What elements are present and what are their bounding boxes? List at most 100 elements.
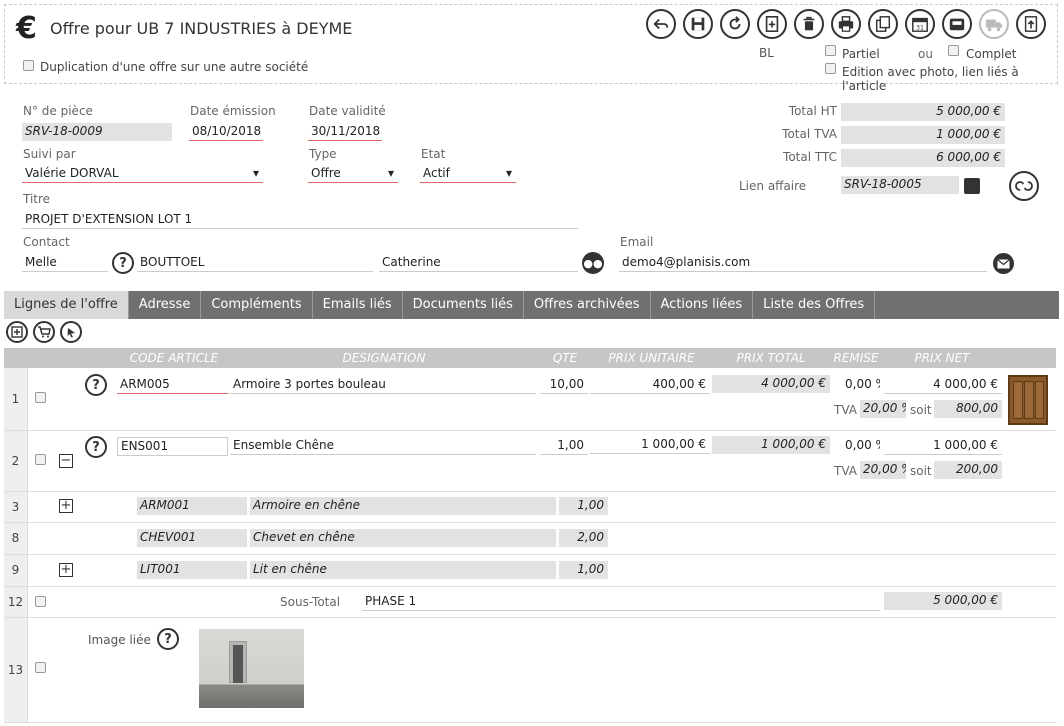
row-number: 3 [4,492,28,522]
row-checkbox[interactable] [35,596,46,607]
col-code-article: CODE ARTICLE [129,351,219,365]
validite-date-input[interactable]: 30/11/2018 [308,123,382,141]
civilite-input[interactable]: Melle [22,254,108,272]
tab-actions[interactable]: Actions liées [651,291,754,319]
remise-input[interactable]: 0,00 % [842,437,880,455]
duplication-checkbox[interactable] [23,60,34,71]
select-pointer-icon[interactable] [60,321,82,343]
type-select[interactable]: Offre [308,165,398,183]
edition-photo-label: Edition avec photo, lien liés à l'articl… [842,65,1019,93]
prix-unitaire-input[interactable]: 400,00 € [590,376,710,394]
prix-net-field: 1 000,00 € [884,437,1002,455]
help-icon[interactable]: ? [157,628,179,650]
prix-unitaire-input[interactable]: 1 000,00 € [590,436,710,454]
remise-input[interactable]: 0,00 % [842,376,880,394]
mail-icon[interactable] [993,253,1014,274]
etat-label: Etat [421,147,446,161]
help-icon[interactable]: ? [85,374,107,396]
calendar-day: 31 [916,24,924,31]
titre-input[interactable]: PROJET D'EXTENSION LOT 1 [22,211,578,229]
collapse-icon[interactable]: − [59,454,73,468]
copy-icon[interactable] [868,9,898,39]
prenom-input[interactable]: Catherine [379,254,578,272]
unlink-icon[interactable] [1009,171,1039,201]
complet-label: Complet [966,47,1017,61]
col-prix-total: PRIX TOTAL [736,351,806,365]
print-icon[interactable] [831,9,861,39]
tab-lignes[interactable]: Lignes de l'offre [4,291,129,319]
row-number: 2 [4,431,28,491]
briefcase-icon[interactable] [964,178,980,194]
etat-select[interactable]: Actif [420,165,516,183]
row-number: 1 [4,368,28,430]
row-checkbox[interactable] [35,454,46,465]
suivi-select[interactable]: Valérie DORVAL [22,165,263,183]
expand-icon[interactable]: + [59,563,73,577]
email-input[interactable]: demo4@planisis.com [619,254,987,272]
truck-icon[interactable] [979,9,1009,39]
row-divider [4,586,1056,587]
tva-amount-field: 200,00 [934,461,1002,479]
cart-icon[interactable] [33,321,55,343]
piece-number-field: SRV-18-0009 [22,123,172,141]
tab-emails[interactable]: Emails liés [313,291,403,319]
total-ttc-label: Total TTC [783,150,837,164]
subtotal-input[interactable]: PHASE 1 [362,593,880,611]
nom-input[interactable]: BOUTTOEL [137,254,373,272]
sub-qte: 1,00 [559,497,608,515]
expand-icon[interactable]: + [59,499,73,513]
edition-photo-checkbox[interactable] [825,63,836,74]
col-qte: QTE [552,351,578,365]
tab-liste-offres[interactable]: Liste des Offres [753,291,876,319]
calendar-icon[interactable]: 31 [905,9,935,39]
back-icon[interactable] [646,9,676,39]
sub-code-article: LIT001 [137,561,247,579]
sub-qte: 1,00 [559,561,608,579]
emission-date-input[interactable]: 08/10/2018 [189,123,263,141]
delete-icon[interactable] [794,9,824,39]
total-ht-value: 5 000,00 € [841,103,1005,121]
tab-documents[interactable]: Documents liés [403,291,524,319]
complet-checkbox[interactable] [948,45,959,56]
refresh-icon[interactable] [720,9,750,39]
lien-affaire-field: SRV-18-0005 [841,176,959,194]
row-number: 9 [4,555,28,586]
add-line-icon[interactable] [6,321,28,343]
col-remise: REMISE [833,351,879,365]
qte-input[interactable]: 10,00 [540,376,588,394]
code-article-input[interactable]: ENS001 [117,437,228,456]
tab-offres-archivees[interactable]: Offres archivées [524,291,651,319]
tva-label: TVA [834,464,857,478]
tva-label: TVA [834,403,857,417]
row-divider [4,430,1056,431]
tab-adresse[interactable]: Adresse [129,291,202,319]
partiel-checkbox[interactable] [825,45,836,56]
row-checkbox[interactable] [35,662,46,673]
prix-total-field: 4 000,00 € [712,375,830,393]
qte-input[interactable]: 1,00 [540,437,588,455]
linked-image[interactable] [199,629,304,708]
inbox-icon[interactable] [942,9,972,39]
row-checkbox[interactable] [35,392,46,403]
designation-input[interactable]: Ensemble Chêne [230,437,536,455]
row-number: 12 [4,587,28,617]
upload-icon[interactable] [1016,9,1046,39]
suivi-label: Suivi par [23,147,76,161]
help-icon[interactable]: ? [85,436,107,458]
ou-label: ou [918,47,933,61]
tva-amount-field: 800,00 [934,400,1002,418]
sub-code-article: CHEV001 [137,529,247,547]
code-article-input[interactable]: ARM005 [117,376,228,394]
tva-rate-field: 20,00 % [860,400,906,418]
designation-input[interactable]: Armoire 3 portes bouleau [230,376,536,394]
type-label: Type [309,147,337,161]
help-icon[interactable]: ? [112,252,134,274]
save-icon[interactable] [683,9,713,39]
total-ttc-value: 6 000,00 € [841,149,1005,167]
contacts-icon[interactable]: ●● [582,252,604,274]
tab-complements[interactable]: Compléments [201,291,313,319]
piece-label: N° de pièce [23,104,93,118]
new-document-icon[interactable] [757,9,787,39]
email-label: Email [620,235,654,249]
article-thumbnail[interactable] [1008,375,1048,425]
